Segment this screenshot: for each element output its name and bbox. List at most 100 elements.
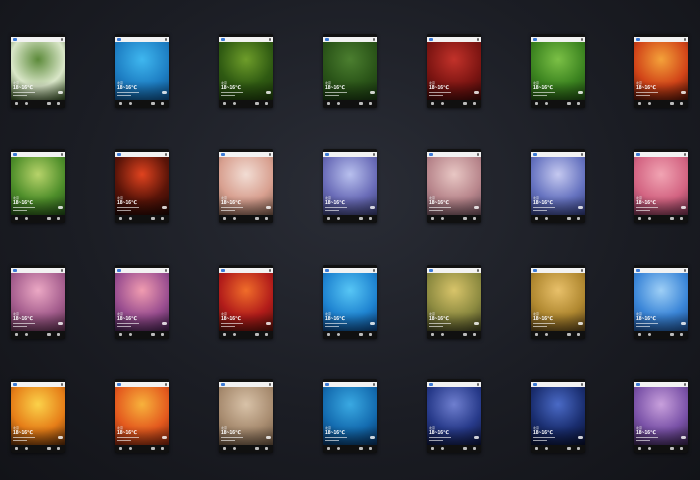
theme-thumbnail-blue-horizon[interactable]: 北京 18~16℃ [531, 149, 585, 223]
theme-thumbnail-purple-sunset-sea[interactable]: 北京 18~16℃ [115, 265, 169, 339]
cloud-icon [474, 436, 479, 439]
mic-icon [269, 38, 271, 41]
weather-detail-line [13, 323, 35, 324]
app-dock [427, 331, 481, 339]
weather-temperature: 18~16℃ [13, 430, 34, 436]
weather-detail-line [221, 92, 243, 93]
search-icon [15, 102, 18, 105]
app-dock [11, 445, 65, 453]
mic-icon [477, 383, 479, 386]
theme-thumbnail-blue-sky-sea[interactable]: 北京 18~16℃ [323, 265, 377, 339]
settings-icon [25, 217, 28, 220]
theme-thumbnail-pink-sunset[interactable]: 北京 18~16℃ [634, 149, 688, 223]
theme-thumbnail-purple-galaxy[interactable]: 北京 18~16℃ [634, 379, 688, 453]
search-icon [431, 102, 434, 105]
weather-detail-line [636, 440, 650, 441]
theme-thumbnail-red-lanterns[interactable]: 北京 18~16℃ [115, 149, 169, 223]
cloud-icon [162, 206, 167, 209]
theme-thumbnail-blue-clouds[interactable]: 北京 18~16℃ [634, 265, 688, 339]
weather-detail-line [636, 323, 658, 324]
theme-thumbnail-misty-mountain[interactable]: 北京 18~16℃ [427, 149, 481, 223]
theme-thumbnail-sunset-tree[interactable]: 北京 18~16℃ [11, 379, 65, 453]
theme-thumbnail-red-gradient[interactable]: 北京 18~16℃ [427, 34, 481, 108]
theme-thumbnail-pink-lighthouse[interactable]: 北京 18~16℃ [11, 265, 65, 339]
google-logo-icon [221, 38, 225, 41]
search-icon [638, 333, 641, 336]
cloud-icon [370, 322, 375, 325]
app-dock [219, 331, 273, 339]
google-logo-icon [117, 38, 121, 41]
mic-icon [373, 38, 375, 41]
settings-icon [129, 102, 132, 105]
theme-thumbnail-red-flower[interactable]: 北京 18~16℃ [219, 265, 273, 339]
search-icon [327, 217, 330, 220]
menu-icon [680, 333, 683, 336]
mic-icon [477, 153, 479, 156]
search-icon [638, 447, 641, 450]
app-dock [323, 215, 377, 223]
weather-temperature: 18~16℃ [221, 316, 242, 322]
google-logo-icon [13, 153, 17, 156]
app-dock [115, 331, 169, 339]
search-icon [535, 447, 538, 450]
search-icon [223, 447, 226, 450]
google-logo-icon [636, 38, 640, 41]
theme-thumbnail-milky-way[interactable]: 北京 18~16℃ [531, 379, 585, 453]
settings-icon [129, 217, 132, 220]
theme-thumbnail-purple-dusk[interactable]: 北京 18~16℃ [323, 149, 377, 223]
menu-icon [473, 447, 476, 450]
weather-detail-line [636, 210, 650, 211]
theme-thumbnail-green-hedge[interactable]: 北京 18~16℃ [323, 34, 377, 108]
weather-temperature: 18~16℃ [13, 316, 34, 322]
weather-detail-line [117, 95, 131, 96]
cloud-icon [474, 91, 479, 94]
weather-widget: 北京 18~16℃ [531, 81, 585, 100]
cloud-icon [370, 206, 375, 209]
search-icon [119, 447, 122, 450]
app-dock [427, 215, 481, 223]
settings-icon [25, 102, 28, 105]
theme-thumbnail-baby-portrait[interactable]: 北京 18~16℃ [219, 149, 273, 223]
weather-widget: 北京 18~16℃ [219, 426, 273, 445]
theme-thumbnail-green-leaves[interactable]: 北京 18~16℃ [219, 34, 273, 108]
weather-temperature: 18~16℃ [429, 316, 450, 322]
theme-thumbnail-underwater-blue[interactable]: 北京 18~16℃ [115, 34, 169, 108]
settings-icon [648, 447, 651, 450]
google-logo-icon [13, 269, 17, 272]
weather-temperature: 18~16℃ [533, 430, 554, 436]
apps-icon [567, 447, 571, 450]
theme-thumbnail-green-sprout[interactable]: 北京 18~16℃ [531, 34, 585, 108]
weather-detail-line [533, 92, 555, 93]
menu-icon [577, 333, 580, 336]
weather-detail-line [117, 440, 131, 441]
weather-temperature: 18~16℃ [533, 316, 554, 322]
theme-thumbnail-underwater-rays[interactable]: 北京 18~16℃ [323, 379, 377, 453]
apps-icon [463, 333, 467, 336]
cloud-icon [266, 322, 271, 325]
mic-icon [684, 38, 686, 41]
theme-thumbnail-dandelion-flowers[interactable]: 北京 18~16℃ [11, 34, 65, 108]
google-logo-icon [117, 269, 121, 272]
settings-icon [129, 333, 132, 336]
weather-detail-line [325, 92, 347, 93]
cloud-icon [162, 436, 167, 439]
cloud-icon [681, 206, 686, 209]
cloud-icon [266, 436, 271, 439]
theme-thumbnail-sand-footprints[interactable]: 北京 18~16℃ [219, 379, 273, 453]
weather-widget: 北京 18~16℃ [531, 312, 585, 331]
theme-thumbnail-golden-flower[interactable]: 北京 18~16℃ [531, 265, 585, 339]
weather-temperature: 18~16℃ [636, 430, 657, 436]
weather-detail-line [221, 210, 235, 211]
apps-icon [670, 447, 674, 450]
theme-thumbnail-yellow-dandelion[interactable]: 北京 18~16℃ [427, 265, 481, 339]
search-icon [223, 217, 226, 220]
menu-icon [265, 217, 268, 220]
theme-thumbnail-starry-night[interactable]: 北京 18~16℃ [427, 379, 481, 453]
settings-icon [441, 333, 444, 336]
theme-thumbnail-green-light-streak[interactable]: 北京 18~16℃ [11, 149, 65, 223]
settings-icon [545, 102, 548, 105]
search-icon [15, 333, 18, 336]
theme-thumbnail-bokeh-lights[interactable]: 北京 18~16℃ [634, 34, 688, 108]
theme-thumbnail-orange-petals[interactable]: 北京 18~16℃ [115, 379, 169, 453]
cloud-icon [266, 206, 271, 209]
